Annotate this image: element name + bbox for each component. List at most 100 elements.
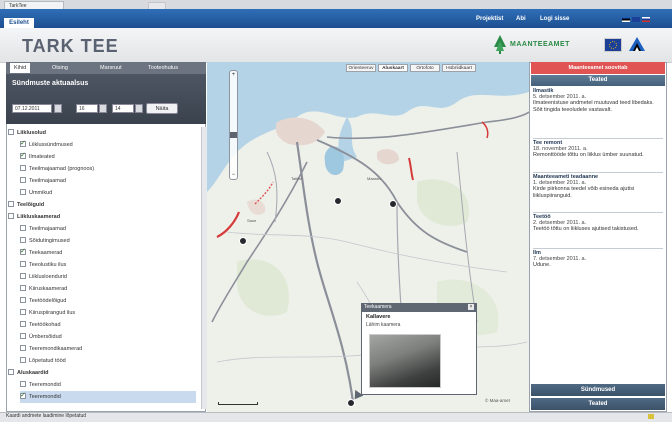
map-type-basemap[interactable]: Aluskaart [378, 64, 408, 72]
zoom-out-icon[interactable]: − [230, 172, 237, 178]
tree-item[interactable]: Ümbersõidud [20, 331, 196, 343]
nav-link-login[interactable]: Logi sisse [540, 16, 569, 22]
estonian-coat-of-arms-icon [627, 35, 647, 53]
list-item[interactable]: Tee remont 18. november 2011. a. Remontt… [533, 140, 663, 173]
layer-checkbox[interactable] [20, 390, 26, 402]
tree-item[interactable]: Teelõiguid [8, 199, 196, 211]
layer-checkbox[interactable] [20, 308, 26, 315]
notices-section-header[interactable]: Teated [531, 398, 665, 410]
tab-layers[interactable]: Kihid [10, 63, 31, 73]
camera-photo[interactable] [369, 334, 441, 388]
minute-input[interactable]: 14 [112, 104, 134, 113]
zoom-in-icon[interactable]: + [230, 72, 237, 78]
map-type-orthophoto[interactable]: Ortofoto [410, 64, 440, 72]
tree-item-label: Teeremondid [29, 382, 61, 388]
tree-item[interactable]: Kiiruskaamerad [20, 283, 196, 295]
time-filter-title: Sündmuste aktuaalsus [12, 80, 89, 87]
layer-checkbox[interactable] [20, 332, 26, 339]
camera-name: Kallavere [366, 314, 391, 320]
layer-checkbox[interactable] [20, 380, 26, 387]
tree-item[interactable]: Ilmateated [20, 150, 196, 163]
tree-item[interactable]: Teekaamerad [20, 246, 196, 259]
map-type-orienteering[interactable]: Orienteeruv [346, 64, 376, 72]
tree-item-label: Liiklussündmused [29, 142, 73, 148]
hour-input[interactable]: 16 [76, 104, 98, 113]
layer-checkbox[interactable] [20, 236, 26, 243]
tab-search[interactable]: Otsing [48, 63, 72, 73]
tree-item[interactable]: Teeremondikaamerad [20, 343, 196, 355]
layer-checkbox[interactable] [20, 356, 26, 363]
layer-checkbox[interactable] [20, 260, 26, 267]
layer-checkbox[interactable] [20, 164, 26, 171]
layer-checkbox[interactable] [8, 212, 14, 219]
english-flag-icon[interactable] [632, 17, 640, 22]
list-item[interactable]: Ilmastik 5. detsember 2011. a. Ilmateeni… [533, 88, 663, 139]
zoom-slider[interactable] [229, 70, 238, 180]
tree-item[interactable]: Teeremondid [20, 390, 196, 403]
tree-item-label: Liikluskaamerad [17, 214, 61, 220]
minute-spinner[interactable] [135, 104, 143, 113]
camera-marker-icon[interactable] [334, 197, 342, 205]
layer-checkbox[interactable] [20, 150, 26, 162]
tree-item[interactable]: Liiklussündmused [20, 138, 196, 151]
tree-item-label: Teetöödelõigud [29, 298, 67, 304]
list-item[interactable]: Maanteeameti teadaanne 1. detsember 2011… [533, 174, 663, 213]
nav-link-help[interactable]: Abi [516, 16, 526, 22]
list-item[interactable]: Ilm 7. detsember 2011. a. Udune. [533, 250, 663, 280]
alert-banner[interactable]: Maanteeamet soovitab [531, 62, 665, 74]
tree-item[interactable]: Liikluskaamerad [8, 211, 196, 223]
tree-item[interactable]: Ummikud [20, 187, 196, 199]
close-icon[interactable]: × [468, 304, 474, 310]
tree-item[interactable]: Teeremondid [20, 379, 196, 391]
tab-product-safety[interactable]: Tooteohutus [144, 63, 182, 73]
tree-item[interactable]: Teetöökohad [20, 319, 196, 331]
camera-marker-icon[interactable] [347, 399, 355, 407]
tree-item[interactable]: Liiklusloendurid [20, 271, 196, 283]
layer-checkbox[interactable] [20, 138, 26, 150]
nav-link-project[interactable]: Projektist [476, 16, 503, 22]
layer-checkbox[interactable] [20, 272, 26, 279]
russian-flag-icon[interactable] [642, 17, 650, 22]
tree-item[interactable]: Teeilmajaamad [20, 175, 196, 187]
calendar-icon[interactable] [54, 104, 62, 113]
zoom-handle[interactable] [230, 132, 237, 138]
layer-checkbox[interactable] [8, 200, 14, 207]
date-input[interactable]: 07.12.2011 [12, 104, 52, 113]
tree-item[interactable]: Sõidutingimused [20, 235, 196, 247]
tree-item[interactable]: Teeolustiku ilus [20, 259, 196, 271]
layer-checkbox[interactable] [8, 368, 14, 375]
camera-popup-title: Teekaamera [364, 304, 392, 310]
list-item[interactable]: Teetöö 2. detsember 2011. a. Teetöö tõtt… [533, 214, 663, 249]
tree-item[interactable]: Lõpetatud tööd [20, 355, 196, 367]
events-section-header[interactable]: Sündmused [531, 384, 665, 396]
svg-text:Maardu: Maardu [367, 176, 381, 181]
layer-checkbox[interactable] [20, 188, 26, 195]
browser-tab[interactable]: TarkTee [4, 1, 64, 9]
tree-item[interactable]: Aluskaardid [8, 367, 196, 379]
tree-item[interactable]: Teetöödelõigud [20, 295, 196, 307]
layer-checkbox[interactable] [20, 224, 26, 231]
camera-marker-icon[interactable] [389, 200, 397, 208]
tree-item[interactable]: Liiklusolud [8, 127, 196, 139]
new-tab-button[interactable] [148, 2, 166, 9]
home-tab[interactable]: Esileht [4, 18, 34, 28]
hour-spinner[interactable] [99, 104, 107, 113]
layer-checkbox[interactable] [20, 284, 26, 291]
map-type-hybrid[interactable]: Hübriidkaart [442, 64, 476, 72]
layer-checkbox[interactable] [20, 296, 26, 303]
show-button[interactable]: Näita [146, 103, 178, 114]
layer-checkbox[interactable] [20, 320, 26, 327]
tree-item[interactable]: Kiiruspiirangud ilus [20, 307, 196, 319]
layer-checkbox[interactable] [8, 128, 14, 135]
layer-checkbox[interactable] [20, 176, 26, 183]
tree-item-label: Sõidutingimused [29, 238, 70, 244]
layer-checkbox[interactable] [20, 344, 26, 351]
tab-route[interactable]: Marsruut [96, 63, 126, 73]
tree-item-label: Teeremondid [29, 394, 61, 400]
tree-item[interactable]: Teeilmajaamad [20, 223, 196, 235]
tree-item[interactable]: Teeilmajaamad (prognoos) [20, 163, 196, 175]
estonian-flag-icon[interactable] [622, 17, 630, 22]
layer-checkbox[interactable] [20, 246, 26, 258]
camera-marker-icon[interactable] [239, 237, 247, 245]
notices-header[interactable]: Teated [531, 75, 665, 86]
